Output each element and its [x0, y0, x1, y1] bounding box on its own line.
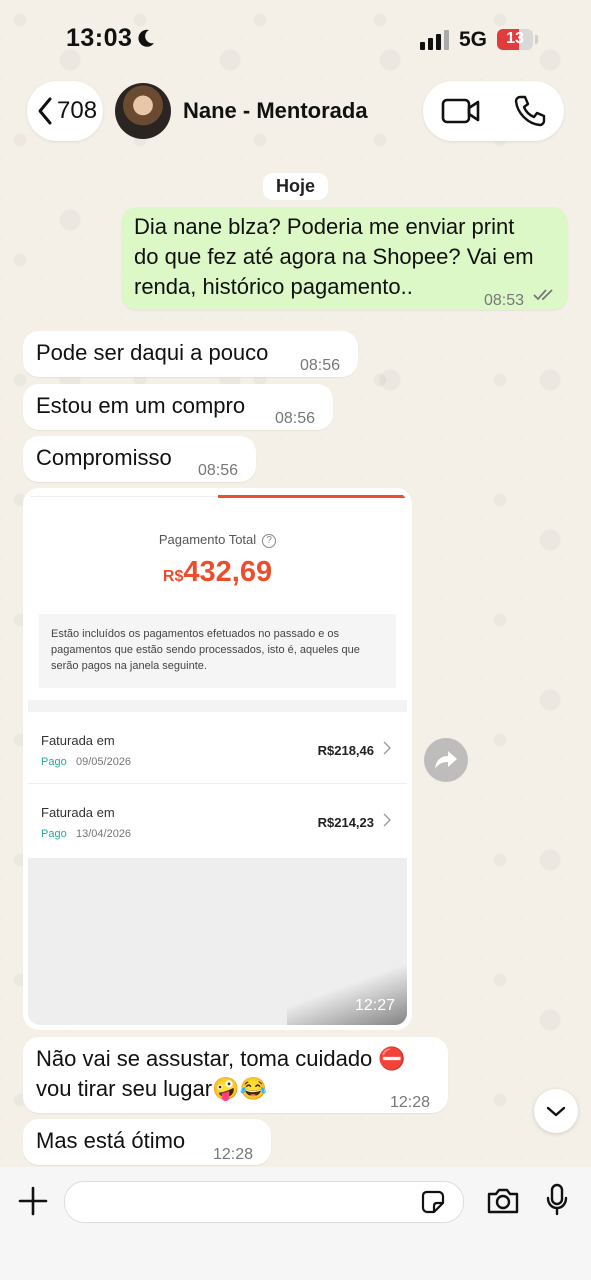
camera-icon[interactable] [486, 1186, 520, 1216]
message-bubble-incoming[interactable]: Mas está ótimo 12:28 [23, 1119, 271, 1165]
message-time: 08:56 [198, 462, 239, 479]
message-text: Pode ser daqui a pouco [36, 340, 269, 365]
row-title: Faturada em [41, 733, 115, 748]
scroll-to-bottom-button[interactable] [534, 1089, 578, 1133]
paid-status: Pago [41, 756, 67, 768]
status-bar: 13:03 5G 13 [0, 0, 591, 80]
composer-bar [0, 1167, 591, 1280]
message-bubble-outgoing[interactable]: Dia nane blza? Poderia me enviar print d… [121, 207, 568, 310]
message-text-line: vou tirar seu lugar🤪😂 [36, 1076, 267, 1101]
forward-button[interactable] [424, 738, 468, 782]
row-date: 09/05/2026 [76, 756, 132, 768]
network-type: 5G [459, 28, 488, 51]
message-text-line: do que fez até agora na Shopee? Vai em [134, 244, 534, 269]
unread-count: 708 [57, 97, 98, 124]
row-title: Faturada em [41, 805, 115, 820]
battery-level: 13 [506, 30, 524, 47]
video-call-icon[interactable] [441, 95, 481, 127]
payment-total-value: R$432,69 [28, 556, 407, 589]
paid-status: Pago [41, 828, 67, 840]
payment-total-label: Pagamento Total? [28, 532, 407, 548]
message-time: 08:56 [275, 410, 316, 427]
message-text-line: renda, histórico pagamento.. [134, 274, 413, 299]
message-time: 12:28 [213, 1146, 254, 1163]
payment-row: Faturada em Pago 09/05/2026 R$218,46 [28, 712, 407, 782]
date-divider: Hoje [263, 173, 329, 200]
row-amount: R$214,23 [317, 815, 374, 830]
payment-amount: 432,69 [183, 556, 273, 588]
battery-tip [535, 35, 538, 44]
message-bubble-incoming[interactable]: Compromisso 08:56 [23, 436, 256, 482]
chat-header: 708 Nane - Mentorada [0, 80, 591, 144]
info-box: Estão incluídos os pagamentos efetuados … [39, 614, 396, 688]
message-text-line: Não vai se assustar, toma cuidado ⛔ [36, 1046, 406, 1071]
message-text: Estou em um compro [36, 393, 246, 418]
avatar[interactable] [115, 83, 171, 139]
contact-name[interactable]: Nane - Mentorada [183, 98, 368, 124]
forward-icon [435, 751, 457, 769]
row-date: 13/04/2026 [76, 828, 132, 840]
chevron-right-icon [383, 813, 391, 827]
read-receipt-icon [533, 289, 553, 301]
back-button[interactable]: 708 [27, 81, 103, 141]
chevron-right-icon [383, 741, 391, 755]
moon-icon [138, 29, 154, 47]
message-text: Compromisso [36, 445, 172, 470]
clock: 13:03 [66, 24, 133, 52]
signal-icon [420, 30, 449, 50]
message-text: Mas está ótimo [36, 1128, 186, 1153]
timestamp-shade [287, 965, 407, 1025]
call-actions [423, 81, 564, 141]
section-divider [28, 700, 407, 712]
chevron-left-icon [38, 97, 52, 125]
message-time: 12:27 [354, 997, 395, 1014]
row-amount: R$218,46 [317, 743, 374, 758]
sticker-icon[interactable] [420, 1189, 446, 1215]
active-tab-indicator [218, 495, 406, 498]
info-text: Estão incluídos os pagamentos efetuados … [51, 628, 360, 672]
help-icon: ? [262, 533, 277, 548]
message-input[interactable] [64, 1181, 464, 1223]
currency-symbol: R$ [162, 568, 184, 585]
message-bubble-incoming[interactable]: Estou em um compro 08:56 [23, 384, 333, 430]
microphone-icon[interactable] [545, 1183, 569, 1217]
payment-row: Faturada em Pago 13/04/2026 R$214,23 [28, 784, 407, 854]
message-text-line: Dia nane blza? Poderia me enviar print [134, 214, 515, 239]
message-bubble-incoming[interactable]: Não vai se assustar, toma cuidado ⛔ vou … [23, 1037, 448, 1113]
message-time: 12:28 [390, 1094, 431, 1111]
plus-icon[interactable] [18, 1186, 48, 1216]
message-time: 08:56 [300, 357, 341, 374]
image-message[interactable]: Pagamento Total? R$432,69 Estão incluído… [23, 488, 412, 1030]
message-time: 08:53 [484, 292, 525, 309]
message-bubble-incoming[interactable]: Pode ser daqui a pouco 08:56 [23, 331, 358, 377]
phone-call-icon[interactable] [513, 94, 547, 128]
chevron-down-icon [546, 1106, 566, 1117]
battery-icon: 13 [497, 29, 533, 50]
payment-screenshot: Pagamento Total? R$432,69 Estão incluído… [28, 492, 407, 1025]
